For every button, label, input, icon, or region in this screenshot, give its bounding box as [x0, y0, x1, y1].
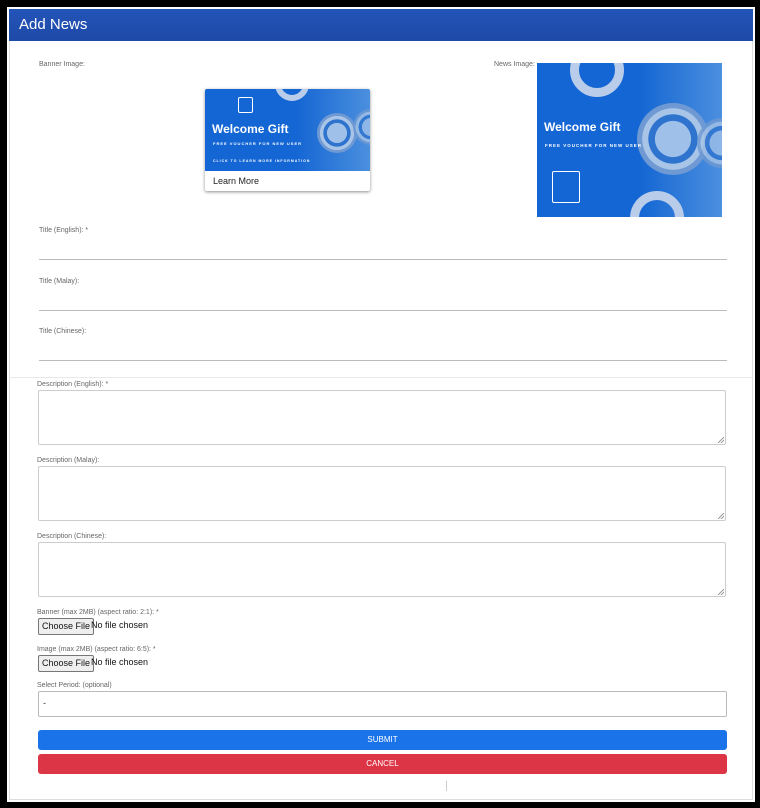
image-file-label: Image (max 2MB) (aspect ratio: 6:5): * — [37, 646, 156, 653]
add-news-dialog: Add News Banner Image: News Image: Welco… — [7, 7, 755, 802]
title-english-label: Title (English): * — [39, 227, 89, 234]
resize-handle-icon[interactable] — [718, 513, 724, 519]
title-malay-label: Title (Malay): — [39, 278, 80, 285]
banner-preview-image: Welcome Gift FREE VOUCHER FOR NEW USER C… — [205, 89, 370, 171]
page-title: Add News — [19, 16, 88, 33]
title-malay-input[interactable] — [39, 310, 727, 311]
washer-outline-icon — [552, 171, 580, 203]
banner-subheading: FREE VOUCHER FOR NEW USER — [213, 141, 303, 146]
image-choose-file-button[interactable]: Choose File — [38, 655, 95, 672]
washing-machine-icon — [317, 113, 357, 153]
description-english-textarea[interactable] — [38, 390, 726, 445]
description-english-label: Description (English): * — [37, 381, 109, 388]
period-select-value: - — [43, 698, 46, 708]
description-malay-label: Description (Malay): — [37, 457, 100, 464]
title-chinese-label: Title (Chinese): — [39, 328, 87, 335]
banner-choose-file-button[interactable]: Choose File — [38, 618, 95, 635]
description-chinese-label: Description (Chinese): — [37, 533, 107, 540]
divider-tick — [446, 781, 447, 791]
banner-footnote: CLICK TO LEARN MORE INFORMATION — [213, 159, 311, 163]
resize-handle-icon[interactable] — [718, 589, 724, 595]
decorative-ring-icon — [275, 89, 309, 101]
period-label: Select Period: (optional) — [37, 682, 112, 689]
banner-preview-card[interactable]: Welcome Gift FREE VOUCHER FOR NEW USER C… — [205, 89, 370, 191]
title-chinese-input[interactable] — [39, 360, 727, 361]
banner-image-label: Banner Image: — [39, 61, 85, 68]
description-chinese-textarea[interactable] — [38, 542, 726, 597]
news-heading: Welcome Gift — [544, 120, 621, 134]
news-image-label: News Image: — [494, 61, 535, 68]
resize-handle-icon[interactable] — [718, 437, 724, 443]
period-select[interactable]: - — [38, 691, 727, 717]
cancel-button[interactable]: CANCEL — [38, 754, 727, 774]
image-file-status: No file chosen — [91, 657, 149, 667]
banner-file-label: Banner (max 2MB) (aspect ratio: 2:1): * — [37, 609, 159, 616]
banner-heading: Welcome Gift — [212, 122, 289, 136]
news-preview-image: Welcome Gift FREE VOUCHER FOR NEW USER — [537, 63, 722, 217]
banner-file-status: No file chosen — [91, 620, 149, 630]
learn-more-link[interactable]: Learn More — [213, 176, 259, 186]
washer-outline-icon — [238, 97, 253, 113]
header-bar: Add News — [9, 9, 753, 41]
decorative-ring-icon — [630, 191, 684, 217]
decorative-ring-icon — [570, 63, 624, 97]
description-malay-textarea[interactable] — [38, 466, 726, 521]
news-subheading: FREE VOUCHER FOR NEW USER — [545, 143, 643, 148]
title-english-input[interactable] — [39, 259, 727, 260]
submit-button[interactable]: SUBMIT — [38, 730, 727, 750]
section-divider — [9, 377, 753, 378]
